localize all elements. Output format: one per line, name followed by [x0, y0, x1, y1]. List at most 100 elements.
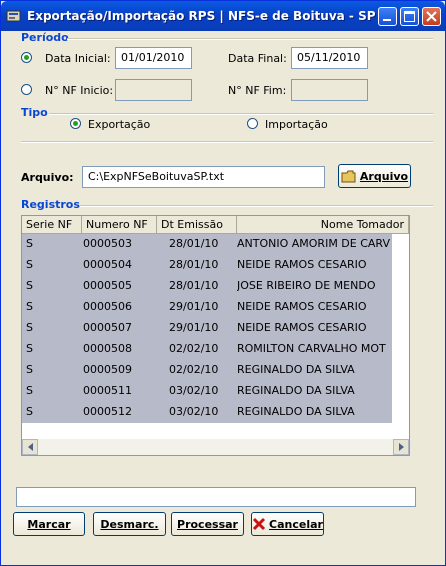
- table-cell: 0000508: [83, 342, 132, 355]
- table-cell: 02/02/10: [169, 342, 219, 355]
- table-cell: 0000504: [83, 258, 132, 271]
- table-cell: S: [26, 300, 33, 313]
- table-cell: 03/02/10: [169, 384, 219, 397]
- scroll-down-button[interactable]: [409, 423, 410, 439]
- arrow-left-icon: [27, 443, 33, 451]
- table-cell: 28/01/10: [169, 279, 219, 292]
- cancel-x-icon: [252, 517, 266, 531]
- tipo-group-label: Tipo: [21, 106, 48, 119]
- table-row[interactable]: S 0000507 29/01/10 NEIDE RAMOS CESARIO: [22, 318, 392, 339]
- table-cell: 28/01/10: [169, 258, 219, 271]
- window-title: Exportação/Importação RPS | NFS-e de Boi…: [27, 9, 394, 23]
- nf-radio[interactable]: [21, 84, 32, 95]
- table-cell: 29/01/10: [169, 300, 219, 313]
- marcar-button[interactable]: Marcar: [13, 512, 85, 536]
- status-field: [16, 487, 416, 507]
- arquivo-button[interactable]: Arquivo: [338, 164, 411, 188]
- data-final-label: Data Final:: [228, 52, 287, 65]
- horizontal-scrollbar[interactable]: [22, 439, 409, 455]
- table-cell: REGINALDO DA SILVA: [237, 384, 355, 397]
- table-cell: 28/01/10: [169, 237, 219, 250]
- app-icon: [6, 10, 21, 22]
- table-cell: 0000512: [83, 405, 132, 418]
- data-radio[interactable]: [21, 52, 32, 63]
- table-cell: 0000506: [83, 300, 132, 313]
- maximize-icon: [404, 11, 415, 22]
- table-cell: REGINALDO DA SILVA: [237, 405, 355, 418]
- table-cell: NEIDE RAMOS CESARIO: [237, 258, 367, 271]
- table-cell: NEIDE RAMOS CESARIO: [237, 300, 367, 313]
- table-cell: S: [26, 237, 33, 250]
- column-header-numero[interactable]: Numero NF: [82, 216, 157, 234]
- registros-separator: [80, 205, 433, 207]
- table-cell: S: [26, 321, 33, 334]
- tipo-bottom-separator: [21, 141, 433, 143]
- column-header-serie[interactable]: Serie NF: [22, 216, 82, 234]
- tipo-separator: [49, 113, 433, 115]
- table-cell: 0000505: [83, 279, 132, 292]
- main-window: Exportação/Importação RPS | NFS-e de Boi…: [0, 0, 446, 566]
- table-cell: S: [26, 384, 33, 397]
- table-cell: NEIDE RAMOS CESARIO: [237, 321, 367, 334]
- table-cell: S: [26, 258, 33, 271]
- scroll-left-button[interactable]: [22, 439, 38, 455]
- table-cell: 0000511: [83, 384, 132, 397]
- importacao-radio[interactable]: [247, 118, 258, 129]
- arquivo-button-label: Arquivo: [359, 169, 409, 183]
- table-cell: ANTONIO AMORIM DE CARV: [237, 237, 390, 250]
- vertical-scrollbar[interactable]: [409, 234, 410, 439]
- table-cell: S: [26, 342, 33, 355]
- column-header-dt-emissao[interactable]: Dt Emissão: [157, 216, 237, 234]
- arquivo-label: Arquivo:: [21, 171, 74, 184]
- table-cell: JOSE RIBEIRO DE MENDO: [237, 279, 376, 292]
- column-header-nome-tomador[interactable]: Nome Tomador: [237, 216, 409, 234]
- registros-group-label: Registros: [21, 198, 80, 211]
- title-bar[interactable]: Exportação/Importação RPS | NFS-e de Boi…: [1, 1, 445, 31]
- data-inicial-field[interactable]: 01/01/2010: [115, 47, 192, 69]
- table-cell: ROMILTON CARVALHO MOT: [237, 342, 386, 355]
- desmarcar-button[interactable]: Desmarc.: [93, 512, 166, 536]
- table-row[interactable]: S 0000504 28/01/10 NEIDE RAMOS CESARIO: [22, 255, 392, 276]
- table-cell: 03/02/10: [169, 405, 219, 418]
- table-row[interactable]: S 0000509 02/02/10 REGINALDO DA SILVA: [22, 360, 392, 381]
- table-cell: 0000507: [83, 321, 132, 334]
- table-row[interactable]: S 0000505 28/01/10 JOSE RIBEIRO DE MENDO: [22, 276, 392, 297]
- minimize-button[interactable]: [378, 7, 397, 26]
- minimize-icon: [383, 19, 391, 21]
- desmarcar-button-label: Desmarc.: [100, 517, 159, 531]
- table-cell: 29/01/10: [169, 321, 219, 334]
- data-inicial-label: Data Inicial:: [45, 52, 111, 65]
- maximize-button[interactable]: [400, 7, 419, 26]
- marcar-button-label: Marcar: [27, 517, 71, 531]
- scroll-up-button[interactable]: [409, 220, 410, 236]
- cancelar-button-label: Cancelar: [269, 517, 323, 531]
- table-cell: 0000509: [83, 363, 132, 376]
- scroll-right-button[interactable]: [393, 439, 409, 455]
- table-cell: 02/02/10: [169, 363, 219, 376]
- arquivo-path-field[interactable]: C:\ExpNFSeBoituvaSP.txt: [82, 166, 325, 188]
- folder-icon: [341, 170, 356, 182]
- processar-button[interactable]: Processar: [171, 512, 244, 536]
- processar-button-label: Processar: [177, 517, 238, 531]
- table-row[interactable]: S 0000512 03/02/10 REGINALDO DA SILVA: [22, 402, 392, 423]
- table-row[interactable]: S 0000506 29/01/10 NEIDE RAMOS CESARIO: [22, 297, 392, 318]
- periodo-separator: [67, 38, 433, 40]
- cancelar-button[interactable]: Cancelar: [251, 512, 324, 536]
- nf-inicio-label: N° NF Inicio:: [45, 84, 114, 97]
- vertical-scroll-thumb[interactable]: [409, 236, 410, 248]
- registros-grid[interactable]: Serie NF Numero NF Dt Emissão Nome Tomad…: [21, 215, 410, 456]
- table-cell: S: [26, 405, 33, 418]
- nf-fim-field[interactable]: [291, 79, 368, 101]
- table-row[interactable]: S 0000503 28/01/10 ANTONIO AMORIM DE CARV: [22, 234, 392, 255]
- exportacao-radio[interactable]: [70, 118, 81, 129]
- table-cell: REGINALDO DA SILVA: [237, 363, 355, 376]
- data-final-field[interactable]: 05/11/2010: [291, 47, 368, 69]
- table-row[interactable]: S 0000508 02/02/10 ROMILTON CARVALHO MOT: [22, 339, 392, 360]
- nf-inicio-field[interactable]: [115, 79, 192, 101]
- close-icon: [426, 11, 437, 22]
- table-row[interactable]: S 0000511 03/02/10 REGINALDO DA SILVA: [22, 381, 392, 402]
- close-button[interactable]: [422, 7, 441, 26]
- exportacao-label: Exportação: [88, 118, 151, 131]
- periodo-group-label: Período: [21, 31, 69, 44]
- table-cell: 0000503: [83, 237, 132, 250]
